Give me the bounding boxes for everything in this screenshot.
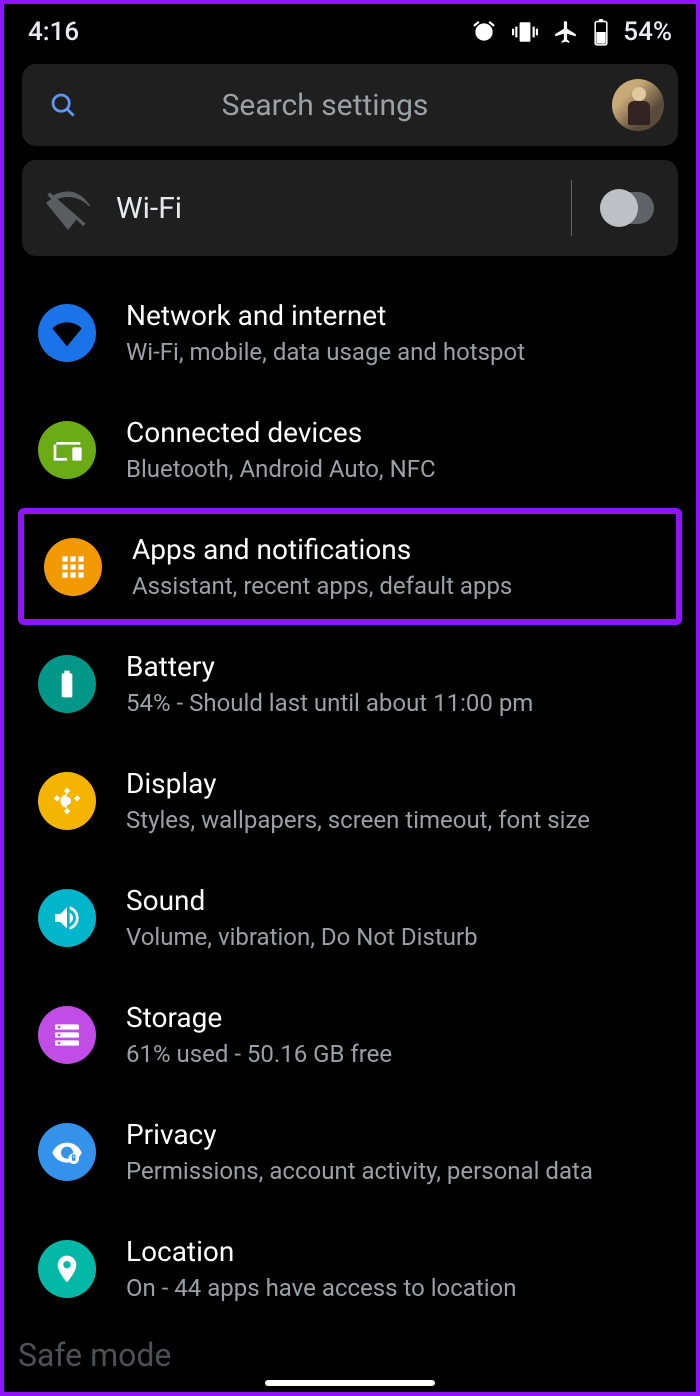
row-location[interactable]: Location On - 44 apps have access to loc… <box>4 1210 696 1327</box>
row-subtitle: 61% used - 50.16 GB free <box>126 1039 392 1069</box>
search-settings[interactable]: Search settings <box>22 64 678 146</box>
wifi-quick-toggle[interactable]: Wi-Fi <box>22 160 678 256</box>
row-title: Connected devices <box>126 415 436 450</box>
sound-icon <box>38 889 96 947</box>
display-icon <box>38 772 96 830</box>
settings-list: Network and internet Wi-Fi, mobile, data… <box>4 274 696 1327</box>
row-title: Storage <box>126 1000 392 1035</box>
devices-icon <box>38 421 96 479</box>
storage-icon <box>38 1006 96 1064</box>
row-title: Network and internet <box>126 298 525 333</box>
row-display[interactable]: Display Styles, wallpapers, screen timeo… <box>4 742 696 859</box>
row-subtitle: 54% - Should last until about 11:00 pm <box>126 688 533 718</box>
row-subtitle: Bluetooth, Android Auto, NFC <box>126 454 436 484</box>
battery-icon <box>38 655 96 713</box>
row-title: Display <box>126 766 590 801</box>
row-subtitle: Styles, wallpapers, screen timeout, font… <box>126 805 590 835</box>
privacy-icon <box>38 1123 96 1181</box>
battery-icon <box>593 18 609 46</box>
row-title: Privacy <box>126 1117 593 1152</box>
airplane-icon <box>553 19 579 45</box>
alarm-icon <box>471 19 497 45</box>
row-title: Location <box>126 1234 517 1269</box>
row-title: Battery <box>126 649 533 684</box>
row-subtitle: Assistant, recent apps, default apps <box>132 571 512 601</box>
row-storage[interactable]: Storage 61% used - 50.16 GB free <box>4 976 696 1093</box>
row-title: Sound <box>126 883 478 918</box>
vibrate-icon <box>511 19 539 45</box>
status-bar: 4:16 54% <box>4 4 696 56</box>
wifi-label: Wi-Fi <box>116 191 543 226</box>
wifi-toggle-switch[interactable] <box>600 192 654 224</box>
row-sound[interactable]: Sound Volume, vibration, Do Not Disturb <box>4 859 696 976</box>
profile-avatar[interactable] <box>612 79 664 131</box>
safe-mode-label: Safe mode <box>18 1336 171 1374</box>
apps-icon <box>44 538 102 596</box>
gesture-nav-bar[interactable] <box>4 1380 696 1386</box>
divider <box>571 180 572 236</box>
search-placeholder: Search settings <box>38 88 612 123</box>
row-apps[interactable]: Apps and notifications Assistant, recent… <box>18 508 682 625</box>
row-network[interactable]: Network and internet Wi-Fi, mobile, data… <box>4 274 696 391</box>
row-subtitle: Wi-Fi, mobile, data usage and hotspot <box>126 337 525 367</box>
row-privacy[interactable]: Privacy Permissions, account activity, p… <box>4 1093 696 1210</box>
wifi-icon <box>38 304 96 362</box>
battery-text: 54% <box>623 17 672 47</box>
row-subtitle: Volume, vibration, Do Not Disturb <box>126 922 478 952</box>
row-title: Apps and notifications <box>132 532 512 567</box>
wifi-off-icon <box>46 186 90 230</box>
location-icon <box>38 1240 96 1298</box>
status-time: 4:16 <box>28 17 79 47</box>
row-battery[interactable]: Battery 54% - Should last until about 11… <box>4 625 696 742</box>
status-indicators: 54% <box>471 17 672 47</box>
row-devices[interactable]: Connected devices Bluetooth, Android Aut… <box>4 391 696 508</box>
row-subtitle: Permissions, account activity, personal … <box>126 1156 593 1186</box>
row-subtitle: On - 44 apps have access to location <box>126 1273 517 1303</box>
